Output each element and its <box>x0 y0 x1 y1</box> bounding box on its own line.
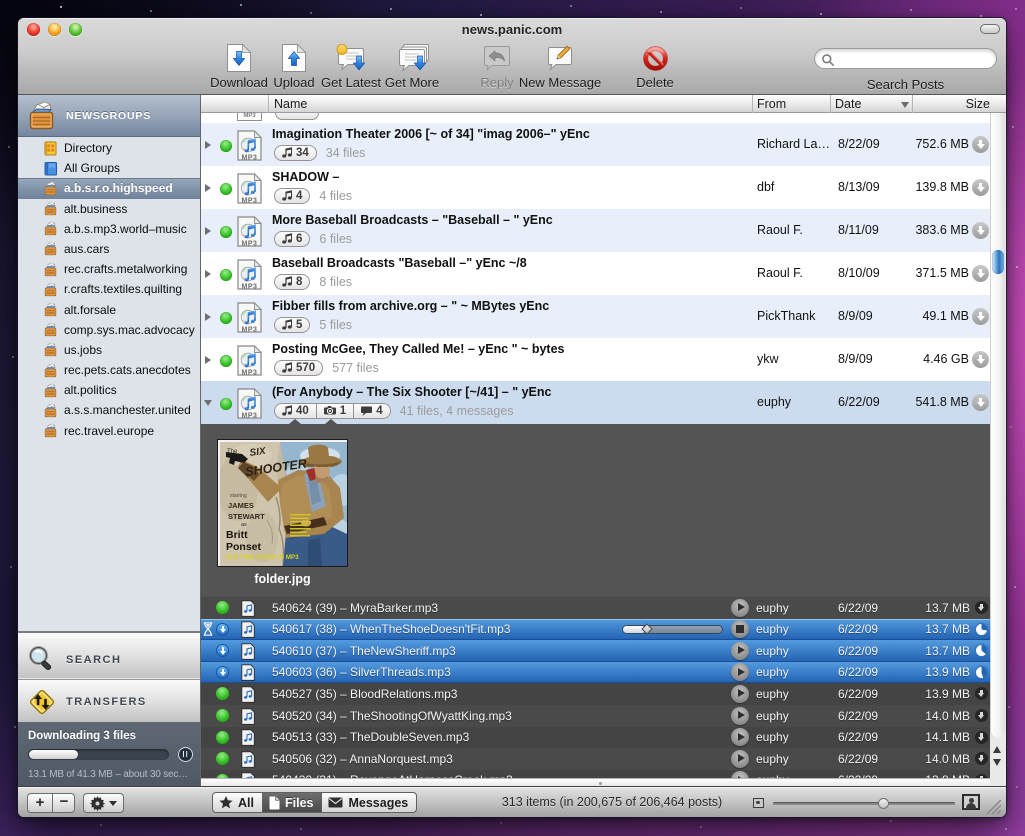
svg-text:Britt: Britt <box>226 529 248 541</box>
svg-text:Ponset: Ponset <box>226 541 262 553</box>
svg-text:The: The <box>227 449 238 455</box>
svg-text:OLD TIME RADIO IN MP3: OLD TIME RADIO IN MP3 <box>225 554 299 561</box>
svg-text:as: as <box>241 522 247 528</box>
svg-text:JAMES: JAMES <box>228 501 254 510</box>
svg-text:starring: starring <box>230 493 247 499</box>
svg-text:STEWART: STEWART <box>228 512 265 521</box>
